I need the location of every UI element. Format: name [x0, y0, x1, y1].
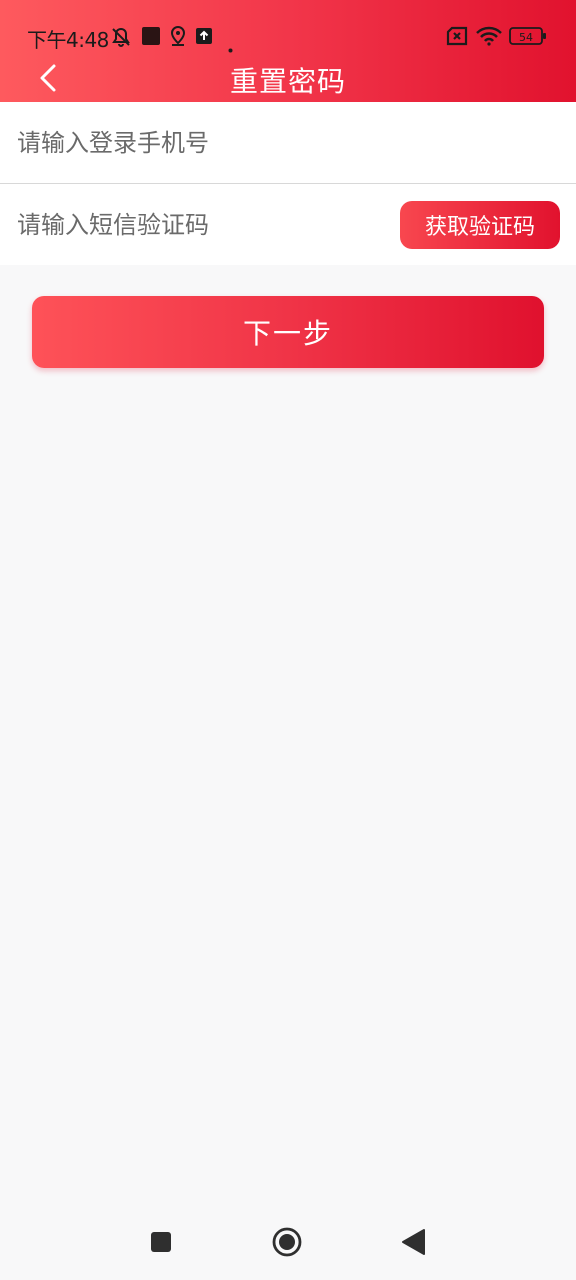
phone-row [0, 102, 576, 183]
nav-back-button[interactable] [397, 1226, 429, 1258]
home-circle-icon [272, 1227, 302, 1257]
wifi-icon [475, 26, 503, 51]
reset-form: 获取验证码 [0, 102, 576, 265]
page-title: 重置密码 [229, 65, 346, 98]
title-bar: 重置密码 [0, 54, 576, 102]
battery-icon: 54 [509, 26, 547, 51]
square-icon [151, 1232, 171, 1252]
sim-off-icon [446, 26, 470, 51]
back-triangle-icon [402, 1229, 425, 1255]
system-nav-bar [0, 1210, 576, 1280]
next-step-button[interactable]: 下一步 [32, 296, 544, 368]
upload-icon [195, 26, 213, 50]
mute-icon [110, 26, 132, 53]
home-button[interactable] [271, 1226, 303, 1258]
app-icon [141, 26, 161, 51]
status-bar: 下午4:48 54 [0, 18, 576, 54]
code-row: 获取验证码 [0, 183, 576, 265]
sms-code-input[interactable] [17, 184, 387, 265]
location-icon [169, 25, 187, 51]
recents-button[interactable] [145, 1226, 177, 1258]
get-code-button[interactable]: 获取验证码 [400, 201, 560, 249]
status-time: 下午4:48 [27, 28, 109, 52]
header: 下午4:48 54 重置密码 [0, 0, 576, 102]
phone-input[interactable] [17, 102, 557, 183]
battery-level: 54 [519, 31, 533, 44]
